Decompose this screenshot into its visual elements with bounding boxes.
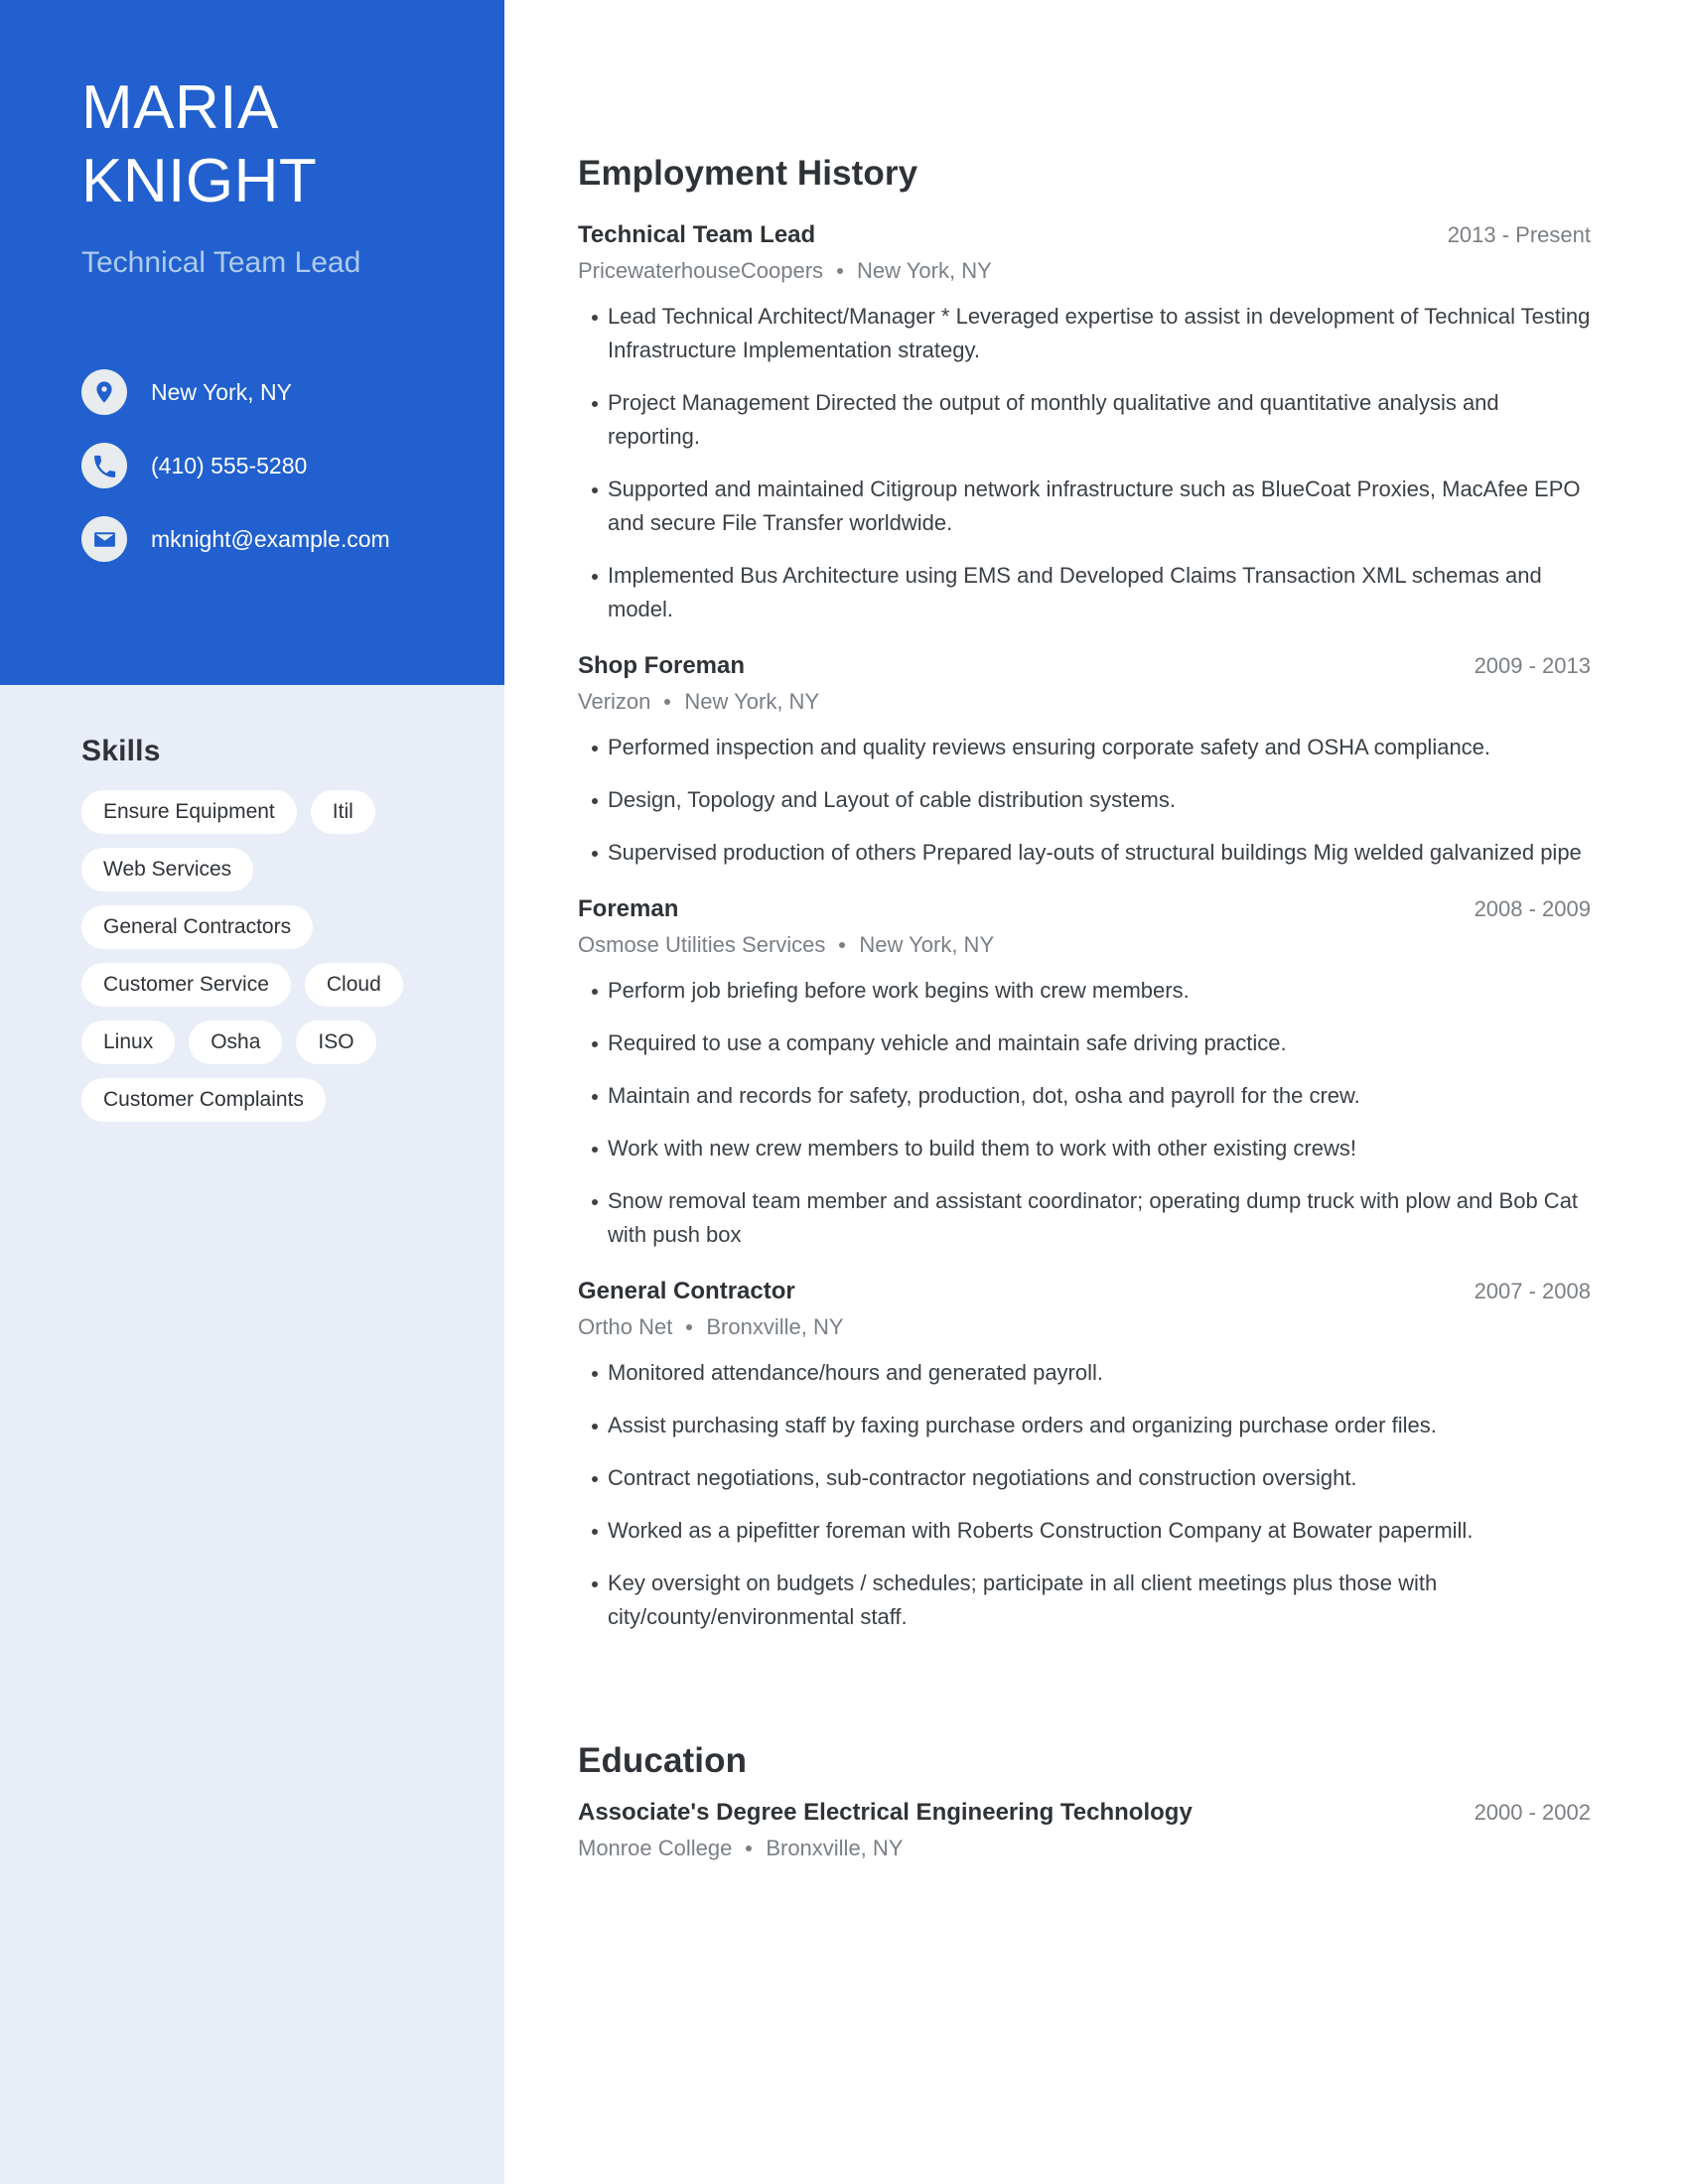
entry-bullet-list: Perform job briefing before work begins … [578, 974, 1591, 1252]
entry-header: Shop Foreman 2009 - 2013 [578, 652, 1591, 680]
entry-bullet: Worked as a pipefitter foreman with Robe… [578, 1514, 1591, 1548]
entry-bullet: Design, Topology and Layout of cable dis… [578, 783, 1591, 817]
entry-bullet: Required to use a company vehicle and ma… [578, 1026, 1591, 1060]
skill-chip: Cloud [304, 963, 403, 1007]
entry-bullet: Perform job briefing before work begins … [578, 974, 1591, 1008]
separator-dot-icon [686, 1324, 693, 1330]
employment-entry: Foreman 2008 - 2009 Osmose Utilities Ser… [578, 895, 1591, 1252]
entry-subtitle: PricewaterhouseCoopers New York, NY [578, 258, 1591, 284]
contact-location-text: New York, NY [151, 378, 292, 405]
entry-date-range: 2009 - 2013 [1474, 653, 1591, 678]
separator-dot-icon [837, 268, 844, 274]
skill-chip: Web Services [81, 848, 254, 891]
entry-header: Associate's Degree Electrical Engineerin… [578, 1799, 1591, 1827]
contact-item-email: mknight@example.com [81, 502, 479, 576]
entry-bullet: Key oversight on budgets / schedules; pa… [578, 1567, 1591, 1634]
entry-header: Technical Team Lead 2013 - Present [578, 221, 1591, 249]
entry-bullet: Performed inspection and quality reviews… [578, 731, 1591, 764]
entry-bullet-list: Performed inspection and quality reviews… [578, 731, 1591, 870]
entry-subtitle: Monroe College Bronxville, NY [578, 1836, 1591, 1861]
entry-bullet: Assist purchasing staff by faxing purcha… [578, 1409, 1591, 1442]
skill-chip: Osha [189, 1021, 283, 1064]
skill-chip: Itil [310, 790, 375, 834]
entry-date-range: 2008 - 2009 [1474, 896, 1591, 921]
skills-chip-list: Ensure Equipment Itil Web Services Gener… [81, 790, 419, 1122]
entry-job-title: Technical Team Lead [578, 221, 816, 248]
contact-item-phone: (410) 555-5280 [81, 429, 479, 502]
separator-dot-icon [839, 942, 846, 948]
envelope-icon [81, 516, 127, 562]
employment-history-heading: Employment History [578, 154, 918, 193]
entry-bullet: Implemented Bus Architecture using EMS a… [578, 559, 1591, 626]
main-content: Employment History Technical Team Lead 2… [578, 0, 1591, 1861]
entry-bullet: Contract negotiations, sub-contractor ne… [578, 1461, 1591, 1495]
entry-bullet: Supervised production of others Prepared… [578, 836, 1591, 870]
header-job-title: Technical Team Lead [81, 246, 361, 279]
entry-bullet: Project Management Directed the output o… [578, 386, 1591, 454]
skill-chip: ISO [296, 1021, 376, 1064]
employment-entry: Shop Foreman 2009 - 2013 Verizon New Yor… [578, 652, 1591, 870]
entry-job-title: General Contractor [578, 1278, 795, 1304]
skill-chip: General Contractors [81, 905, 314, 949]
entry-company: Ortho Net [578, 1314, 673, 1339]
employment-entry: General Contractor 2007 - 2008 Ortho Net… [578, 1278, 1591, 1634]
skill-chip: Ensure Equipment [81, 790, 297, 834]
education-location: Bronxville, NY [766, 1836, 904, 1860]
education-date-range: 2000 - 2002 [1474, 1800, 1591, 1825]
entry-date-range: 2007 - 2008 [1474, 1279, 1591, 1303]
entry-company: Verizon [578, 689, 651, 714]
contact-phone-text: (410) 555-5280 [151, 452, 308, 478]
education-heading: Education [578, 1741, 748, 1780]
entry-location: New York, NY [859, 932, 995, 957]
employment-entry: Technical Team Lead 2013 - Present Price… [578, 221, 1591, 626]
education-degree-title: Associate's Degree Electrical Engineerin… [578, 1799, 1193, 1826]
last-name: KNIGHT [81, 147, 318, 215]
contact-email-text: mknight@example.com [151, 525, 390, 552]
phone-icon [81, 443, 127, 488]
entry-location: Bronxville, NY [706, 1314, 844, 1339]
location-pin-icon [81, 369, 127, 415]
entry-company: Osmose Utilities Services [578, 932, 826, 957]
contact-list: New York, NY (410) 555-5280 mknight@exam… [81, 355, 479, 576]
resume-page: MARIA KNIGHT Technical Team Lead New Yor… [0, 0, 1688, 2184]
entry-bullet-list: Lead Technical Architect/Manager * Lever… [578, 300, 1591, 626]
entry-header: General Contractor 2007 - 2008 [578, 1278, 1591, 1305]
entry-subtitle: Osmose Utilities Services New York, NY [578, 932, 1591, 958]
entry-location: New York, NY [857, 258, 992, 283]
contact-item-location: New York, NY [81, 355, 479, 429]
entry-bullet: Supported and maintained Citigroup netwo… [578, 473, 1591, 540]
entry-date-range: 2013 - Present [1447, 222, 1591, 247]
entry-bullet: Lead Technical Architect/Manager * Lever… [578, 300, 1591, 367]
entry-job-title: Foreman [578, 895, 679, 922]
entry-bullet: Snow removal team member and assistant c… [578, 1184, 1591, 1252]
name-block: MARIA KNIGHT Technical Team Lead [81, 71, 479, 282]
separator-dot-icon [746, 1845, 753, 1851]
skill-chip: Customer Service [81, 963, 291, 1007]
sidebar: MARIA KNIGHT Technical Team Lead New Yor… [0, 0, 504, 2184]
education-school: Monroe College [578, 1836, 733, 1860]
entry-company: PricewaterhouseCoopers [578, 258, 824, 283]
skill-chip: Linux [81, 1021, 176, 1064]
entry-location: New York, NY [684, 689, 820, 714]
education-entry: Associate's Degree Electrical Engineerin… [578, 1799, 1591, 1861]
entry-bullet: Monitored attendance/hours and generated… [578, 1356, 1591, 1390]
entry-subtitle: Verizon New York, NY [578, 689, 1591, 715]
skills-heading: Skills [81, 735, 161, 767]
entry-job-title: Shop Foreman [578, 652, 746, 679]
skill-chip: Customer Complaints [81, 1078, 326, 1122]
entry-subtitle: Ortho Net Bronxville, NY [578, 1314, 1591, 1340]
entry-header: Foreman 2008 - 2009 [578, 895, 1591, 923]
first-name: MARIA [81, 73, 279, 142]
entry-bullet: Work with new crew members to build them… [578, 1132, 1591, 1165]
skills-section: Skills Ensure Equipment Itil Web Service… [81, 735, 479, 1122]
entry-bullet: Maintain and records for safety, product… [578, 1079, 1591, 1113]
entry-bullet-list: Monitored attendance/hours and generated… [578, 1356, 1591, 1634]
separator-dot-icon [664, 699, 671, 705]
